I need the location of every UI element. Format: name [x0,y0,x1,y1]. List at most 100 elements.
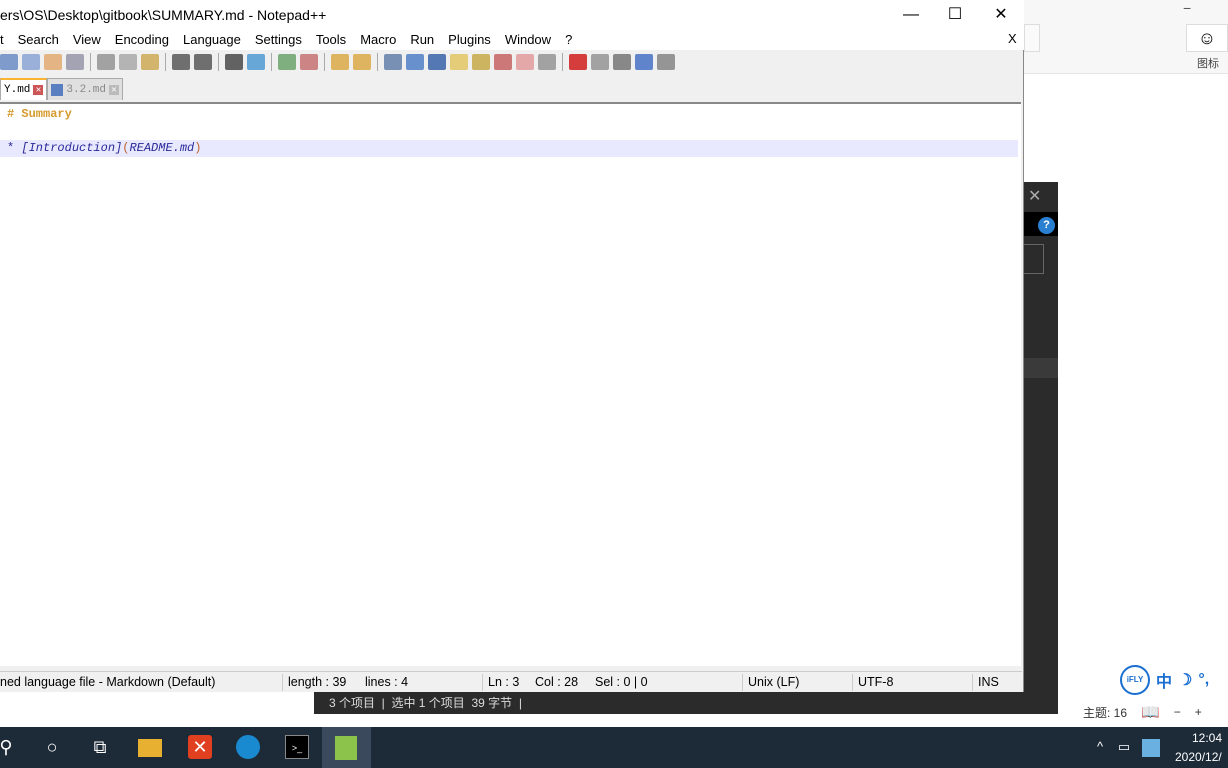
show-hidden-icons-chevron-icon[interactable]: ^ [1088,735,1112,759]
clock-date[interactable]: 2020/12/ [1175,750,1222,764]
menu-window[interactable]: Window [498,30,558,50]
tab-3-2-md[interactable]: 3.2.md ✕ [47,78,124,100]
toolbar [0,51,1024,73]
title-bar: ers\OS\Desktop\gitbook\SUMMARY.md - Note… [0,0,1024,30]
status-length: length : 39 [288,675,347,689]
tab-summary-md[interactable]: Y.md ✕ [0,78,48,100]
explorer-selected-row[interactable] [1022,358,1058,378]
save-macro-icon[interactable] [657,54,675,70]
show-all-characters-icon[interactable] [406,54,424,70]
code-token: # Summary [7,107,72,121]
menu-macro[interactable]: Macro [353,30,403,50]
background-toolbar-button[interactable] [1024,24,1040,52]
menu-encoding[interactable]: Encoding [108,30,176,50]
play-macro-icon[interactable] [613,54,631,70]
notepad-plus-plus-taskbar-button[interactable] [322,727,371,768]
status-bar: ned language file - Markdown (Default) l… [0,671,1022,692]
function-list-icon[interactable] [494,54,512,70]
explorer-status-text: 3 个项目 | 选中 1 个项目 39 字节 | [329,696,522,710]
help-icon[interactable]: ? [1038,217,1055,234]
tab-bar: Y.md ✕ 3.2.md ✕ [0,78,124,100]
task-view-icon[interactable]: ⧉ [88,735,112,759]
redo-icon[interactable] [194,54,212,70]
toolbar-separator [562,53,563,71]
menu-run[interactable]: Run [403,30,441,50]
close-document-button[interactable]: X [1008,31,1017,46]
toolbar-separator [218,53,219,71]
window-title: ers\OS\Desktop\gitbook\SUMMARY.md - Note… [0,7,327,23]
status-ln: Ln : 3 [488,675,520,689]
search-icon[interactable]: ⚲ [0,735,18,759]
explorer-close-icon[interactable]: ✕ [1028,186,1041,206]
menu-settings[interactable]: Settings [248,30,309,50]
xmind-icon[interactable]: ✕ [188,735,212,759]
menu-language[interactable]: Language [176,30,248,50]
record-macro-icon[interactable] [569,54,587,70]
menu-tools[interactable]: Tools [309,30,353,50]
paste-icon[interactable] [141,54,159,70]
stop-recording-icon[interactable] [591,54,609,70]
terminal-icon[interactable]: >_ [285,735,309,759]
smiley-icon: ☺ [1197,28,1217,48]
find-icon[interactable] [225,54,243,70]
status-insert-mode: INS [978,675,999,689]
battery-icon[interactable]: ▭ [1112,735,1136,759]
file-explorer-icon[interactable] [138,739,162,757]
word-wrap-icon[interactable] [384,54,402,70]
sync-vertical-icon[interactable] [331,54,349,70]
explorer-status-bar: 3 个项目 | 选中 1 个项目 39 字节 | [314,692,1058,714]
ime-chinese-mode[interactable]: 中 [1156,668,1172,692]
undo-icon[interactable] [172,54,190,70]
tab-close-icon[interactable]: ✕ [33,85,44,95]
close-icon[interactable] [22,54,40,70]
moon-icon[interactable]: ☽ [1178,670,1192,690]
cut-icon[interactable] [97,54,115,70]
save-all-icon[interactable] [0,54,18,70]
status-encoding: UTF-8 [858,675,894,689]
sync-horizontal-icon[interactable] [353,54,371,70]
menu-search[interactable]: Search [11,30,66,50]
editor-area[interactable]: # Summary * [Introduction](README.md) [0,102,1021,666]
menu-help[interactable]: ? [558,30,579,50]
print-icon[interactable] [66,54,84,70]
status-lines: lines : 4 [365,675,409,689]
toolbar-separator [324,53,325,71]
code-token: [Introduction] [21,141,123,155]
cortana-icon[interactable]: ○ [40,735,64,759]
menu-plugins[interactable]: Plugins [441,30,498,50]
menu-view[interactable]: View [66,30,108,50]
ifly-tray-icon[interactable] [1142,739,1160,757]
monitoring-icon[interactable] [538,54,556,70]
taskbar: ⚲ ○ ⧉ ✕ >_ ^ ▭ 12:04 2020/12/ [0,727,1228,768]
zoom-out-button[interactable]: − [1174,705,1181,719]
folder-workspace-icon[interactable] [516,54,534,70]
replace-icon[interactable] [247,54,265,70]
explorer-input[interactable] [1022,244,1044,274]
run-macro-multiple-icon[interactable] [635,54,653,70]
book-icon[interactable]: 📖 [1141,703,1160,721]
explorer-window: ✕ ? [1022,182,1058,692]
tab-close-icon[interactable]: ✕ [109,84,120,95]
zoom-out-icon[interactable] [300,54,318,70]
toolbar-separator [90,53,91,71]
punctuation-icon[interactable]: °, [1198,671,1209,689]
document-map-icon[interactable] [472,54,490,70]
background-minimize-button[interactable]: − [1183,0,1191,16]
notepad-plus-plus-window: ers\OS\Desktop\gitbook\SUMMARY.md - Note… [0,0,1024,692]
zoom-in-button[interactable]: + [1195,705,1202,719]
editor-line-1: # Summary [7,106,72,123]
close-button[interactable]: ✕ [978,0,1024,30]
edge-icon[interactable] [236,735,260,759]
indent-guide-icon[interactable] [428,54,446,70]
maximize-button[interactable]: ☐ [932,0,978,30]
minimize-button[interactable]: — [888,0,934,30]
close-all-icon[interactable] [44,54,62,70]
ifly-logo[interactable]: iFLY [1120,665,1150,695]
clock-time[interactable]: 12:04 [1192,731,1222,745]
emoji-icon-button[interactable]: ☺ [1186,24,1228,52]
menu-edit[interactable]: t [0,30,11,50]
status-col: Col : 28 [535,675,579,689]
user-language-icon[interactable] [450,54,468,70]
zoom-in-icon[interactable] [278,54,296,70]
copy-icon[interactable] [119,54,137,70]
